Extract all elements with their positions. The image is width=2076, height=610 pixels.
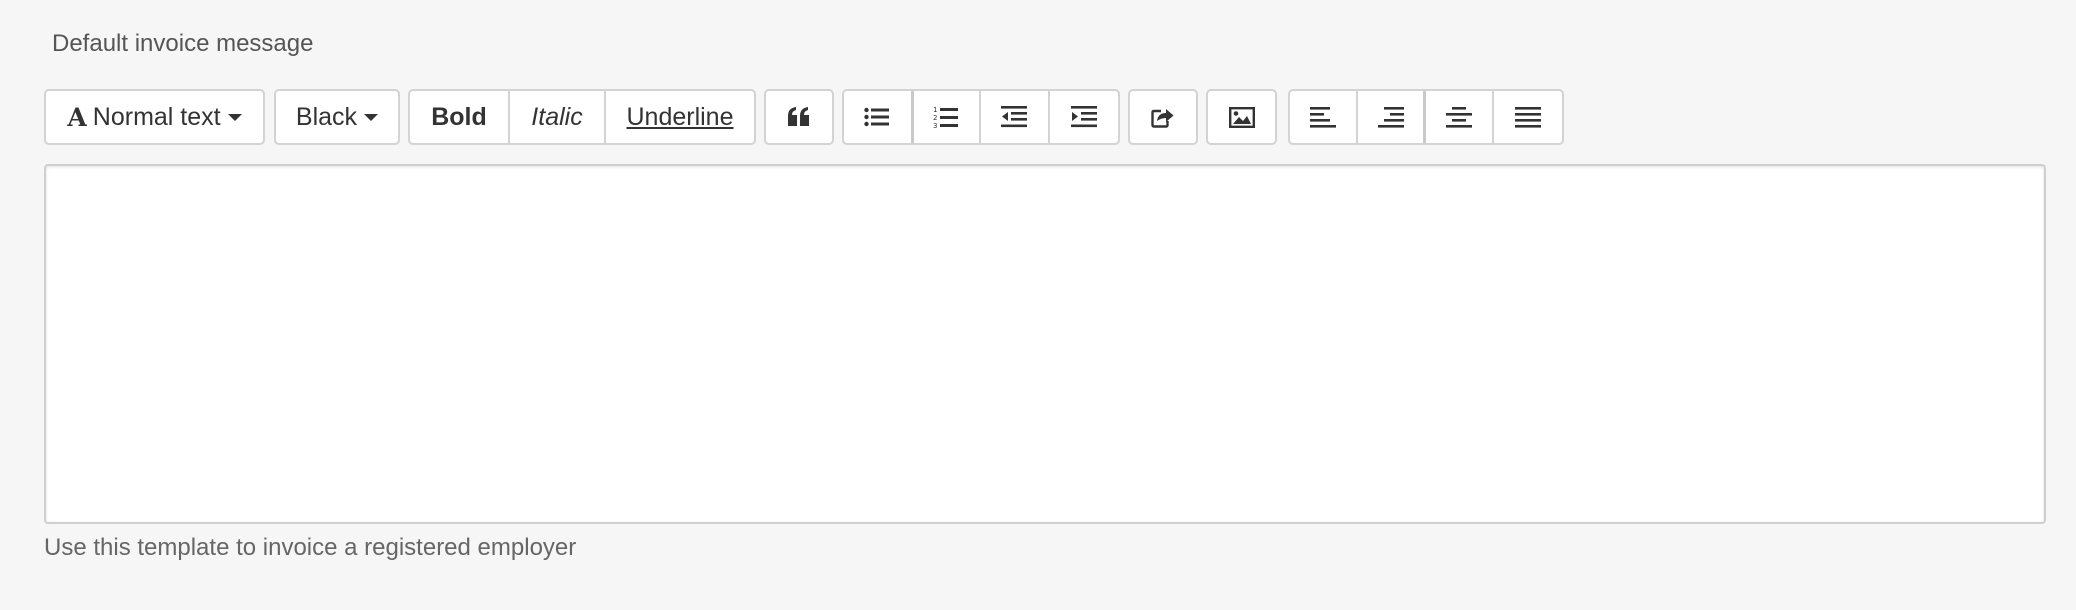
- numbered-list-button[interactable]: 1 2 3: [914, 91, 982, 143]
- svg-text:1: 1: [933, 106, 937, 114]
- image-icon: [1228, 106, 1255, 128]
- share-link-icon: [1151, 109, 1174, 128]
- italic-button[interactable]: Italic: [510, 91, 606, 143]
- align-justify-button[interactable]: [1494, 91, 1562, 143]
- numbered-list-icon: 1 2 3: [933, 106, 959, 129]
- font-icon: A: [67, 102, 87, 132]
- quote-group: [764, 89, 834, 145]
- font-style-label: Normal text: [92, 102, 221, 131]
- bold-button[interactable]: Bold: [410, 91, 510, 143]
- align-center-button[interactable]: [1426, 91, 1495, 143]
- bullet-list-button[interactable]: [844, 91, 914, 143]
- format-group: Bold Italic Underline: [408, 89, 756, 145]
- underline-button[interactable]: Underline: [606, 91, 754, 143]
- invoice-message-editor[interactable]: [44, 164, 2046, 524]
- color-group: Black: [274, 89, 400, 145]
- image-group: [1206, 89, 1277, 145]
- svg-text:2: 2: [933, 114, 937, 122]
- align-justify-icon: [1515, 106, 1541, 128]
- align-left-button[interactable]: [1290, 91, 1358, 143]
- indent-icon: [1070, 106, 1097, 128]
- font-style-dropdown[interactable]: A Normal text: [46, 91, 263, 143]
- align-center-icon: [1446, 106, 1473, 128]
- blockquote-button[interactable]: [766, 91, 832, 143]
- align-left-icon: [1310, 106, 1336, 128]
- align-right-button[interactable]: [1358, 91, 1427, 143]
- insert-link-button[interactable]: [1130, 91, 1196, 143]
- help-text: Use this template to invoice a registere…: [44, 534, 577, 561]
- font-style-group: A Normal text: [44, 89, 265, 145]
- text-color-dropdown[interactable]: Black: [276, 91, 398, 143]
- align-right-icon: [1377, 106, 1404, 128]
- chevron-down-icon: [227, 113, 242, 121]
- insert-image-button[interactable]: [1208, 91, 1275, 143]
- list-group: 1 2 3: [842, 89, 1120, 145]
- quote-icon: [788, 107, 809, 126]
- outdent-button[interactable]: [981, 91, 1050, 143]
- text-color-label: Black: [295, 102, 358, 131]
- link-group: [1128, 89, 1198, 145]
- chevron-down-icon: [364, 113, 379, 121]
- alignment-group: [1288, 89, 1564, 145]
- bullet-list-icon: [864, 107, 890, 127]
- outdent-icon: [1001, 106, 1028, 128]
- indent-button[interactable]: [1050, 91, 1118, 143]
- field-label: Default invoice message: [52, 30, 314, 57]
- svg-text:3: 3: [933, 122, 937, 129]
